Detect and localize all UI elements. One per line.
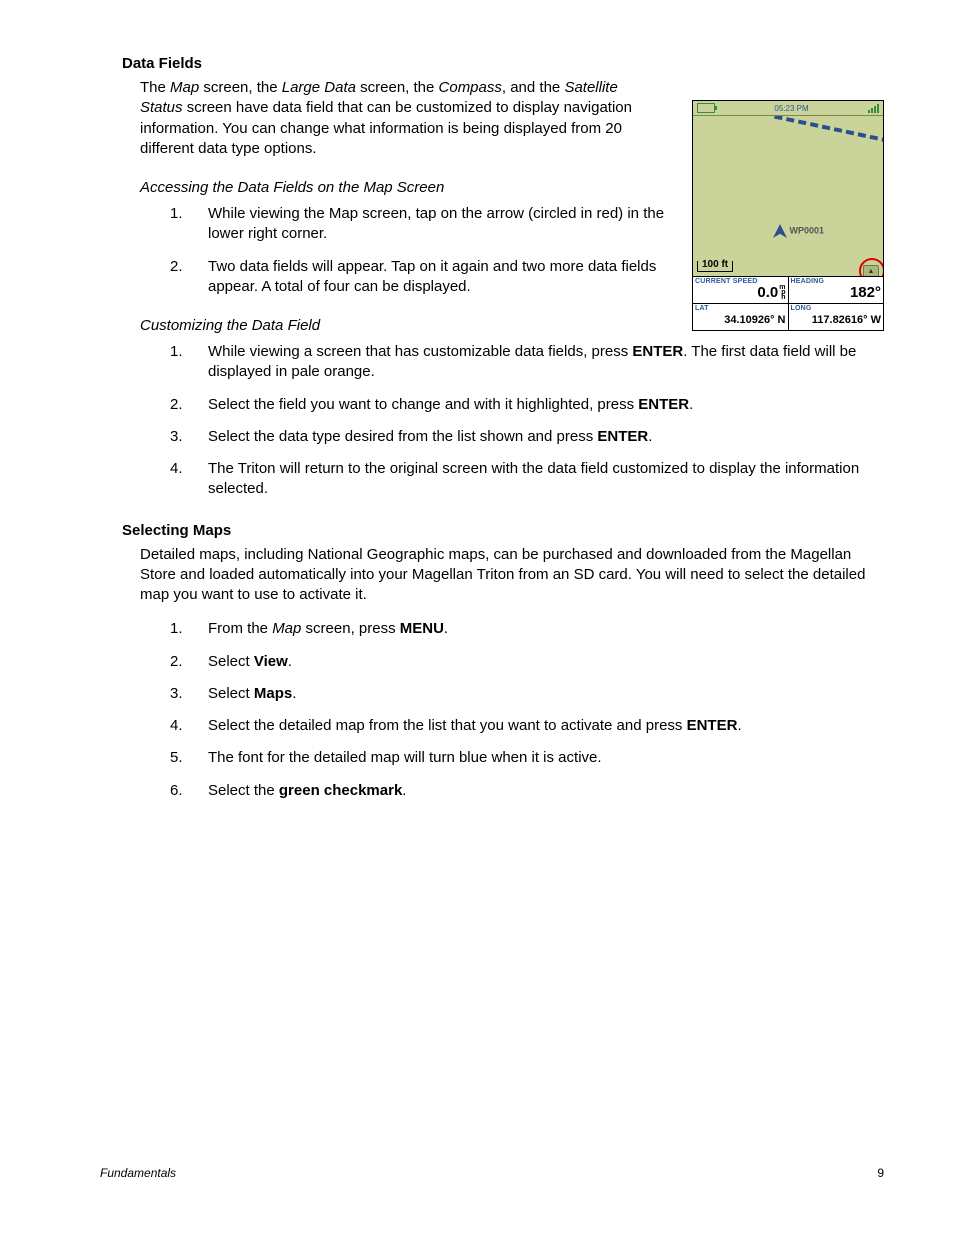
footer-page-number: 9 (877, 1166, 884, 1180)
waypoint-marker: WP0001 (773, 224, 824, 238)
list-selecting-maps: From the Map screen, press MENU. Select … (160, 619, 884, 801)
list-item: Select the field you want to change and … (160, 395, 884, 415)
lat-value: 34.10926° N (695, 312, 786, 328)
heading-value: 182° (791, 285, 882, 301)
red-circle-highlight (859, 258, 883, 276)
device-time: 05:23 PM (774, 104, 808, 113)
list-item: Select View. (160, 652, 884, 672)
para-selecting-maps-intro: Detailed maps, including National Geogra… (140, 545, 884, 606)
para-data-fields-intro: The Map screen, the Large Data screen, t… (140, 78, 650, 159)
signal-icon (868, 104, 879, 113)
map-scale: 100 ft (697, 261, 733, 272)
list-item: While viewing the Map screen, tap on the… (160, 204, 678, 245)
heading-data-fields: Data Fields (122, 55, 884, 72)
device-data-row-1: CURRENT SPEED 0.0mph HEADING 182° (693, 276, 883, 303)
list-item: Select the detailed map from the list th… (160, 716, 884, 736)
gps-device-screenshot: 05:23 PM WP0001 100 ft ▲ CURRENT SPEED 0… (692, 100, 884, 331)
footer-chapter: Fundamentals (100, 1166, 176, 1180)
battery-icon (697, 103, 715, 113)
heading-selecting-maps: Selecting Maps (122, 522, 884, 539)
lat-label: LAT (695, 305, 786, 312)
list-item: Two data fields will appear. Tap on it a… (160, 257, 678, 298)
page-footer: Fundamentals 9 (100, 1166, 884, 1180)
list-item: Select the data type desired from the li… (160, 427, 884, 447)
list-customizing: While viewing a screen that has customiz… (160, 342, 884, 500)
device-map-area: WP0001 100 ft ▲ (693, 116, 883, 276)
device-data-row-2: LAT 34.10926° N LONG 117.82616° W (693, 303, 883, 330)
list-item: Select the green checkmark. (160, 781, 884, 801)
long-label: LONG (791, 305, 882, 312)
device-topbar: 05:23 PM (693, 101, 883, 116)
list-item: From the Map screen, press MENU. (160, 619, 884, 639)
long-value: 117.82616° W (791, 312, 882, 328)
list-item: While viewing a screen that has customiz… (160, 342, 884, 383)
list-item: The Triton will return to the original s… (160, 459, 884, 500)
speed-value: 0.0mph (695, 285, 786, 301)
list-item: Select Maps. (160, 684, 884, 704)
list-item: The font for the detailed map will turn … (160, 748, 884, 768)
route-line (774, 116, 883, 145)
